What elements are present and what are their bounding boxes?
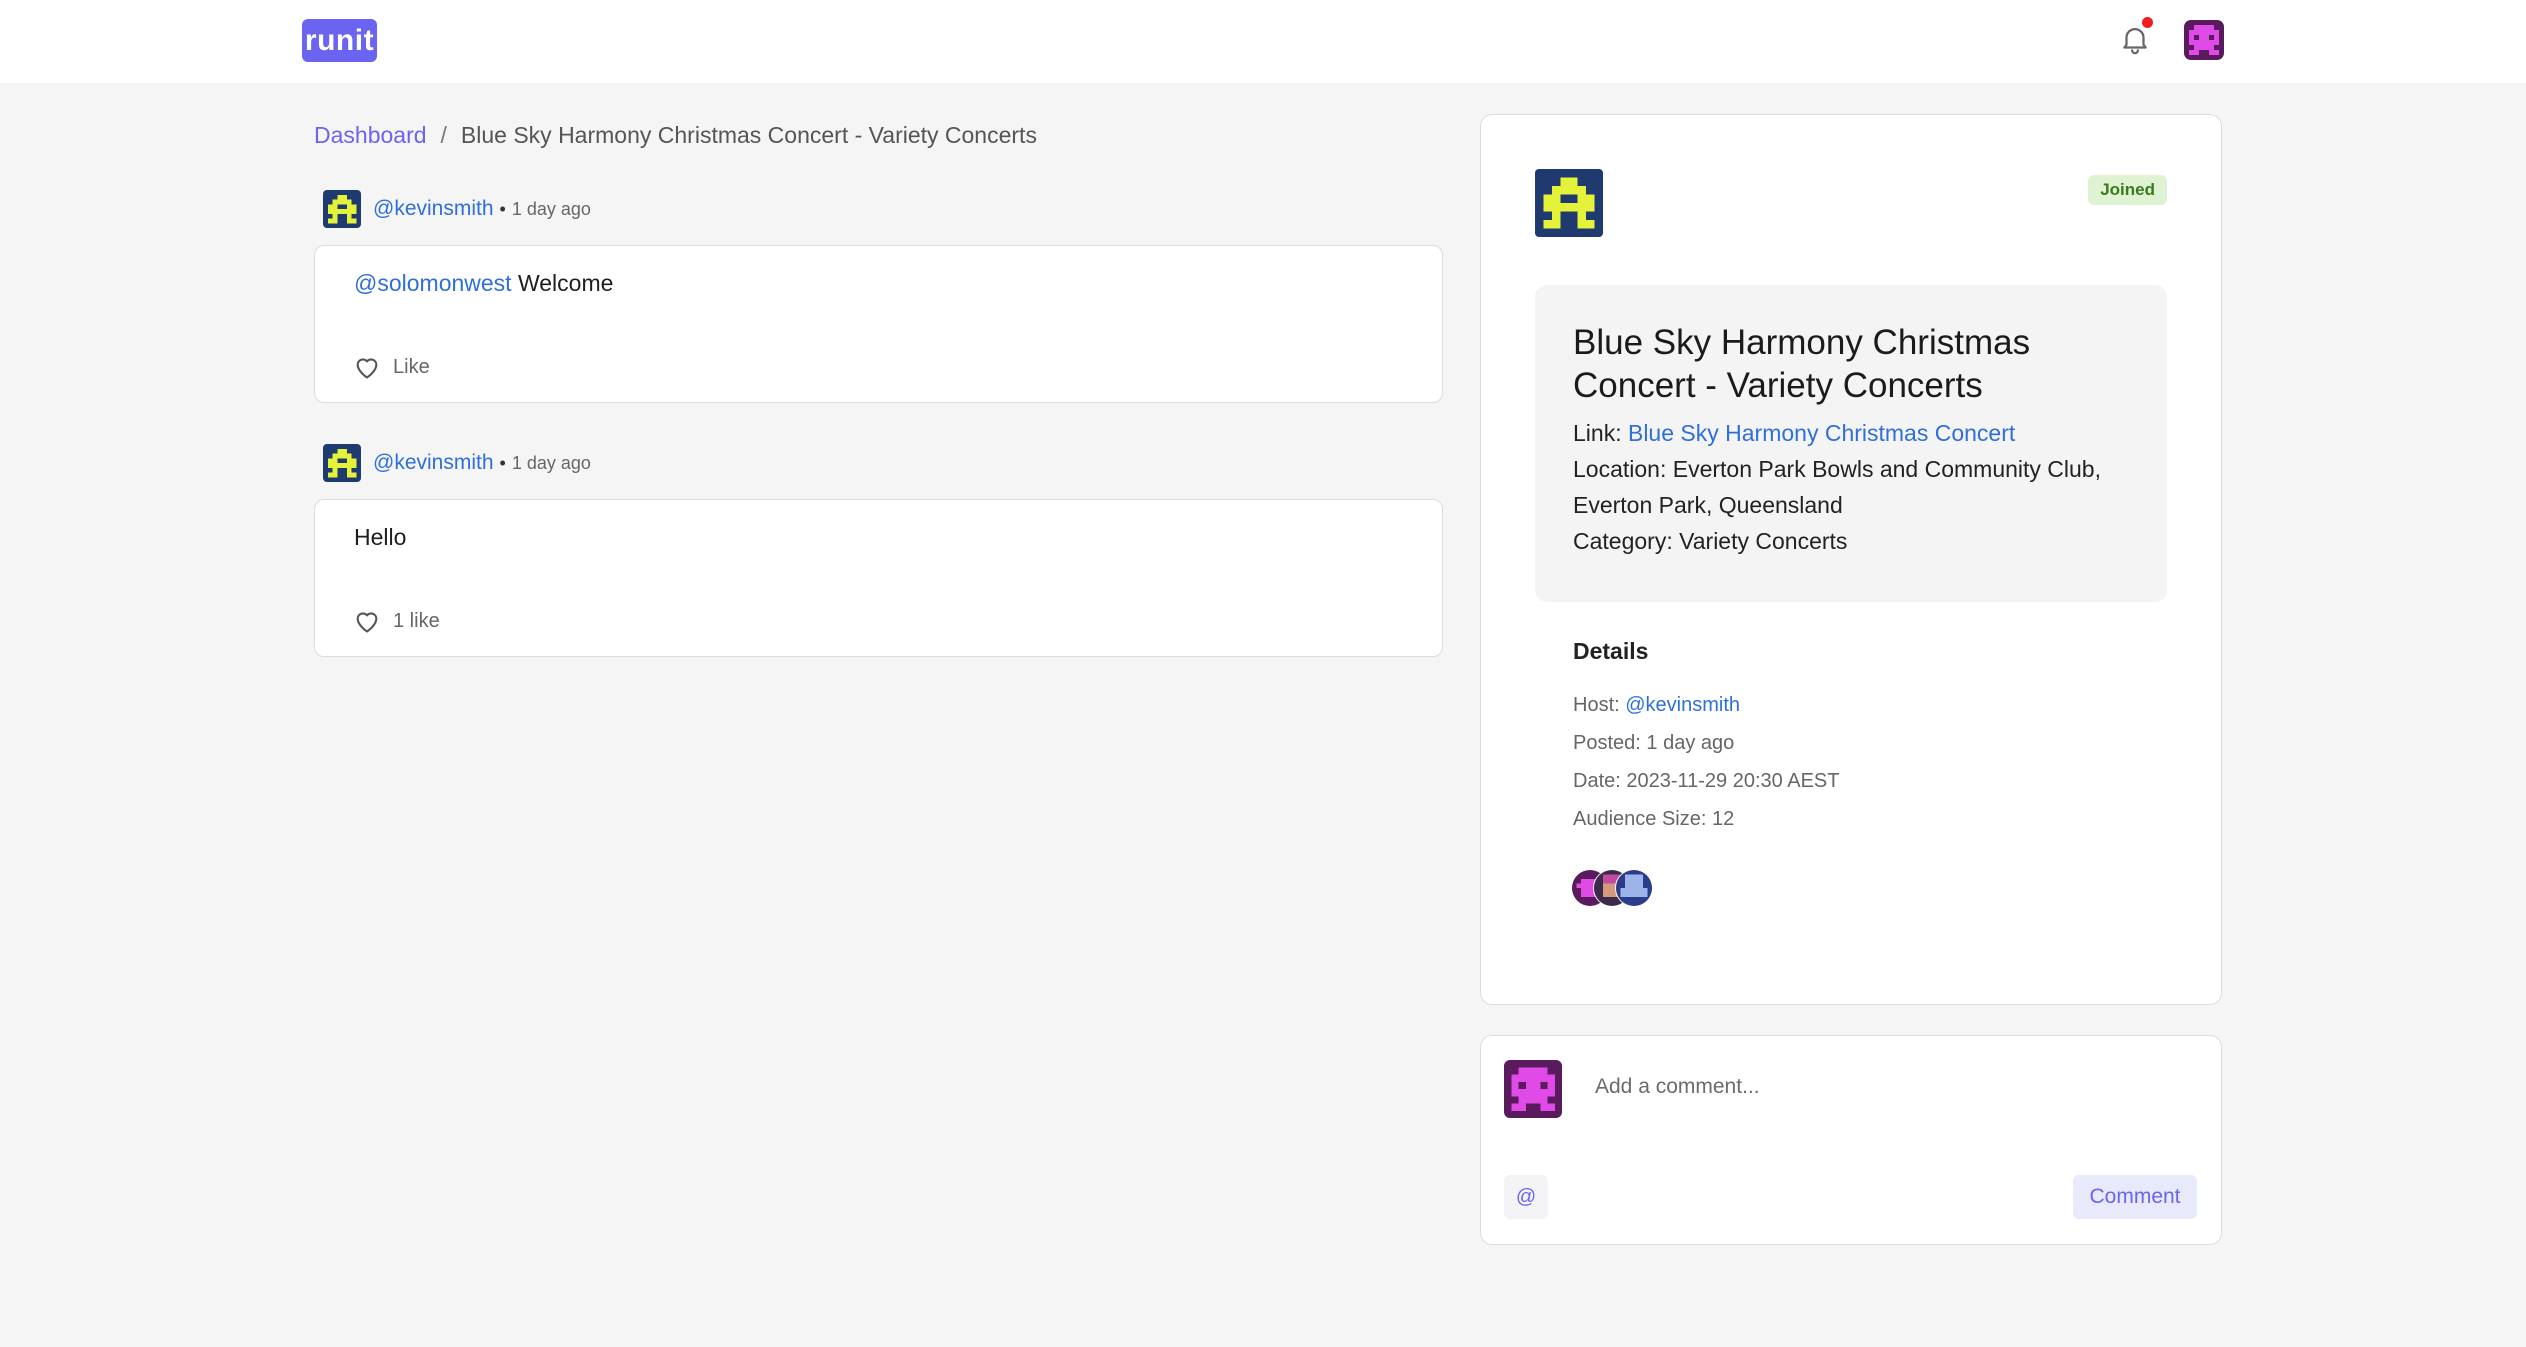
category-label: Category: [1573,528,1680,554]
top-navbar: runit [0,0,2526,83]
post-time: 1 day ago [511,198,591,219]
event-link-row: Link: Blue Sky Harmony Christmas Concert [1573,415,2153,451]
event-info-box: Blue Sky Harmony Christmas Concert - Var… [1535,285,2167,602]
notification-dot [2142,17,2153,28]
posted-row: Posted: 1 day ago [1573,724,1839,762]
post-text: Welcome [511,270,614,296]
event-title: Blue Sky Harmony Christmas Concert - Var… [1573,323,2031,405]
like-label: 1 like [393,609,440,632]
comment-input[interactable] [1593,1064,2177,1110]
host-link[interactable]: @kevinsmith [1625,694,1740,716]
attendee-avatars [1571,869,1671,909]
post-time: 1 day ago [511,452,591,473]
like-button[interactable]: Like [353,352,430,382]
user-avatar[interactable] [2184,20,2224,60]
event-category: Variety Concerts [1679,528,1848,554]
heart-icon [356,358,378,379]
breadcrumb-separator: / [440,122,447,148]
post-card: Hello 1 like [314,499,1443,657]
composer-user-avatar [1504,1060,1562,1118]
post-header: @kevinsmith • 1 day ago [323,189,591,229]
post-mention-link[interactable]: @solomonwest [354,270,512,296]
breadcrumb-current: Blue Sky Harmony Christmas Concert - Var… [460,122,1037,148]
mention-button[interactable]: @ [1504,1175,1548,1219]
like-label: Like [393,355,430,378]
post-author-link[interactable]: @kevinsmith [373,451,494,475]
meta-separator: • [499,198,506,219]
like-button[interactable]: 1 like [353,606,440,636]
breadcrumb-dashboard-link[interactable]: Dashboard [314,122,427,148]
post-body: Hello [354,524,406,551]
runit-logo[interactable]: runit [302,19,377,62]
heart-icon [356,612,378,633]
joined-status-badge: Joined [2088,175,2167,205]
event-location-row: Location: Everton Park Bowls and Communi… [1573,451,2153,523]
post-author-avatar[interactable] [323,444,361,482]
post-author-link[interactable]: @kevinsmith [373,197,494,221]
posted-value: 1 day ago [1646,732,1735,754]
event-info-lines: Link: Blue Sky Harmony Christmas Concert… [1573,415,2153,559]
audience-value: 12 [1711,808,1735,830]
location-label: Location: [1573,456,1673,482]
post-text: Hello [354,524,407,550]
event-card: Joined Blue Sky Harmony Christmas Concer… [1480,114,2222,1005]
audience-label: Audience Size: [1573,808,1712,830]
audience-row: Audience Size: 12 [1573,800,1839,838]
event-host-avatar[interactable] [1535,169,1603,237]
host-row: Host: @kevinsmith [1573,686,1839,724]
comment-composer: @ Comment [1480,1035,2222,1245]
post-body: @solomonwest Welcome [354,270,613,297]
date-row: Date: 2023-11-29 20:30 AEST [1573,762,1839,800]
post-header: @kevinsmith • 1 day ago [323,443,591,483]
details-heading: Details [1573,638,1649,664]
details-list: Host: @kevinsmith Posted: 1 day ago Date… [1573,686,1839,838]
post-author-avatar[interactable] [323,190,361,228]
post-card: @solomonwest Welcome Like [314,245,1443,403]
meta-separator: • [499,452,506,473]
event-link[interactable]: Blue Sky Harmony Christmas Concert [1628,420,2015,446]
breadcrumb: Dashboard / Blue Sky Harmony Christmas Con… [314,118,1037,152]
event-category-row: Category: Variety Concerts [1573,523,2153,559]
posted-label: Posted: [1573,732,1647,754]
date-value: 2023-11-29 20:30 AEST [1626,770,1840,792]
attendee-avatar[interactable] [1615,869,1653,907]
host-label: Host: [1573,694,1626,716]
date-label: Date: [1573,770,1627,792]
comment-submit-button[interactable]: Comment [2073,1175,2197,1219]
link-label: Link: [1573,420,1628,446]
